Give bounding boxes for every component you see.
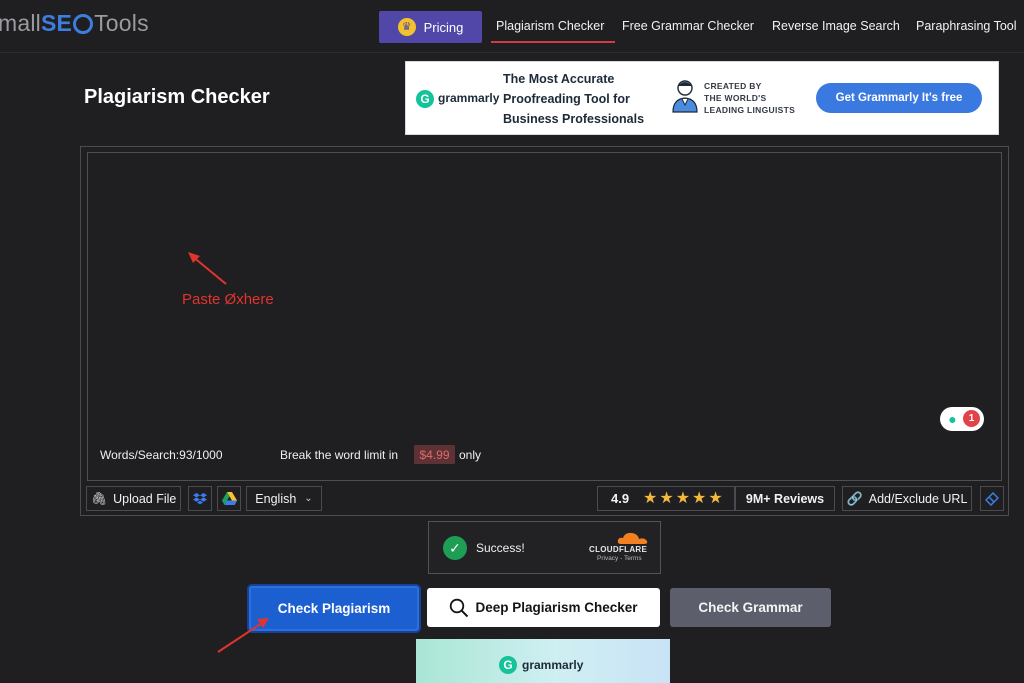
linguist-avatar-icon (672, 80, 698, 113)
captcha-status: Success! (476, 541, 525, 555)
magnifier-icon (450, 598, 469, 617)
ad-created-by: CREATED BY THE WORLD'S LEADING LINGUISTS (704, 81, 796, 115)
language-select[interactable]: English ⌄ (246, 486, 322, 511)
nav-paraphrasing-tool[interactable]: Paraphrasing Tool (916, 19, 1017, 33)
annotation-arrow-icon (188, 252, 227, 285)
ad-brand: grammarly (438, 91, 500, 105)
ad-headline: The Most Accurate Proofreading Tool for … (503, 72, 645, 126)
upload-file-label: Upload File (113, 491, 177, 506)
link-icon: 🔗 (846, 490, 863, 506)
word-limit-text: Break the word limit in (280, 448, 399, 462)
google-drive-icon (221, 492, 237, 505)
grammarly-ad-banner[interactable]: G grammarly The Most Accurate Proofreadi… (405, 61, 999, 135)
text-input-area[interactable] (87, 152, 1002, 481)
reviews-count: 9M+ Reviews (735, 486, 835, 511)
get-grammarly-button[interactable]: Get Grammarly It's free (816, 83, 982, 113)
logo-prefix: mall (0, 10, 41, 36)
captcha-links[interactable]: Privacy - Terms (597, 555, 642, 562)
paste-annotation: Paste Øxhere (182, 291, 274, 308)
star-icon: ★★★★★ (643, 490, 725, 507)
nav-plagiarism-checker[interactable]: Plagiarism Checker (496, 19, 604, 33)
cloudflare-captcha[interactable]: ✓ Success! CLOUDFLARE Privacy - Terms (428, 521, 661, 574)
deep-plagiarism-label: Deep Plagiarism Checker (475, 600, 638, 615)
bottom-ad-brand: grammarly (522, 658, 584, 672)
deep-plagiarism-checker-button[interactable]: Deep Plagiarism Checker (427, 588, 660, 627)
language-value: English (255, 491, 297, 506)
crown-icon: ♛ (397, 18, 416, 36)
upload-file-button[interactable]: 🖇 Upload File (86, 486, 181, 511)
cloudflare-cloud-icon (617, 532, 648, 544)
words-search-counter: Words/Search:93/1000 (100, 448, 223, 462)
grammarly-logo-icon: G (416, 90, 434, 108)
check-grammar-button[interactable]: Check Grammar (670, 588, 831, 627)
nav-active-indicator (491, 41, 615, 43)
add-exclude-url-label: Add/Exclude URL (868, 491, 968, 506)
suggestion-count: 1 (963, 410, 980, 427)
logo-suffix: Tools (94, 10, 149, 36)
grammarly-badge[interactable]: ● 1 (940, 407, 984, 431)
add-exclude-url-button[interactable]: 🔗 Add/Exclude URL (842, 486, 972, 511)
google-drive-button[interactable] (217, 486, 241, 511)
chevron-down-icon: ⌄ (304, 493, 313, 504)
nav-free-grammar-checker[interactable]: Free Grammar Checker (622, 19, 754, 33)
logo-seo: SE (40, 10, 73, 36)
paperclip-icon: 🖇 (90, 490, 108, 506)
logo-magnifier-icon (73, 14, 94, 34)
nav-reverse-image-search[interactable]: Reverse Image Search (772, 19, 900, 33)
pricing-label: Pricing (423, 19, 464, 35)
clear-text-button[interactable] (980, 486, 1004, 511)
check-plagiarism-button[interactable]: Check Plagiarism (249, 586, 419, 631)
pricing-button[interactable]: ♛ Pricing (379, 11, 482, 43)
annotation-arrow-icon (217, 618, 269, 653)
price-link[interactable]: $4.99 (414, 445, 455, 464)
grammarly-logo-icon: G (499, 656, 517, 674)
rating-value: 4.9 (611, 491, 630, 506)
grammarly-bottom-ad[interactable]: G grammarly (416, 639, 670, 683)
page-title: Plagiarism Checker (84, 86, 270, 108)
word-limit-only: only (459, 448, 482, 462)
nav-divider (0, 52, 1024, 53)
dropbox-icon (193, 493, 207, 505)
lightbulb-icon: ● (948, 410, 957, 427)
dropbox-button[interactable] (188, 486, 212, 511)
cloudflare-brand: CLOUDFLARE (589, 545, 648, 554)
check-icon: ✓ (443, 536, 467, 560)
site-logo[interactable]: mallSE Tools (0, 10, 149, 37)
eraser-icon (985, 491, 999, 506)
